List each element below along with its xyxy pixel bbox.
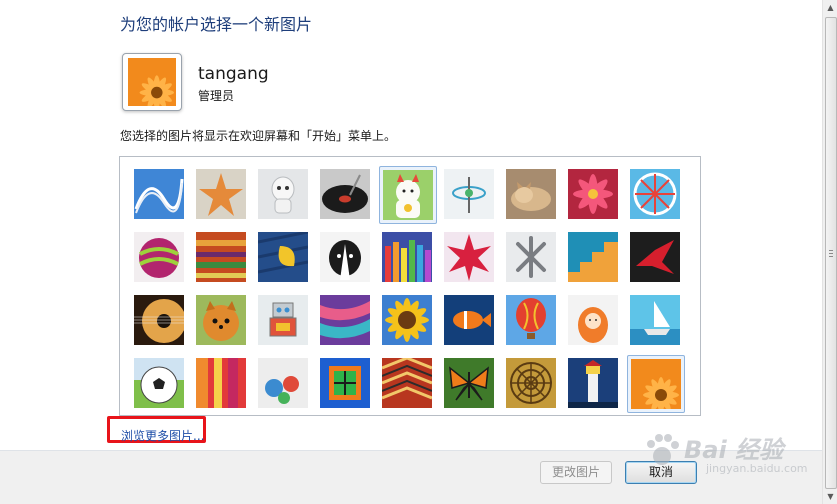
paw-logo-icon: [647, 434, 679, 465]
picture-marbles[interactable]: [258, 358, 308, 408]
picture-monarch-butterfly[interactable]: [444, 358, 494, 408]
picture-sunflower[interactable]: [382, 295, 432, 345]
browse-more-pictures-link[interactable]: 浏览更多图片...: [121, 427, 204, 444]
picture-robot-dog[interactable]: [258, 169, 308, 219]
picture-guitar[interactable]: [134, 295, 184, 345]
picture-grid: [119, 156, 701, 416]
page-title: 为您的帐户选择一个新图片: [120, 15, 313, 34]
gerbera-daisy-icon: [128, 58, 176, 106]
picture-woven-pattern[interactable]: [382, 358, 432, 408]
picture-lighthouse[interactable]: [568, 358, 618, 408]
picture-fabric-rolls[interactable]: [196, 232, 246, 282]
picture-crayons[interactable]: [382, 232, 432, 282]
picture-lucky-cat[interactable]: [379, 166, 437, 224]
picture-soccer-ball[interactable]: [134, 358, 184, 408]
scroll-up-arrow-icon[interactable]: ▲: [823, 0, 837, 15]
picture-red-star-lantern[interactable]: [444, 232, 494, 282]
picture-hint: 您选择的图片将显示在欢迎屏幕和「开始」菜单上。: [120, 129, 397, 143]
picture-sailboat[interactable]: [630, 295, 680, 345]
watermark-url: jingyan.baidu.com: [706, 462, 808, 475]
picture-pink-flower[interactable]: [568, 169, 618, 219]
current-avatar: [122, 53, 182, 111]
scroll-down-arrow-icon[interactable]: ▼: [823, 489, 837, 504]
change-picture-button[interactable]: 更改图片: [540, 461, 612, 484]
picture-striped-fabric[interactable]: [196, 358, 246, 408]
picture-starfish[interactable]: [196, 169, 246, 219]
picture-hot-air-balloon[interactable]: [506, 295, 556, 345]
picture-striped-ball[interactable]: [134, 232, 184, 282]
current-avatar-image: [127, 58, 177, 106]
picture-sunlit-stairs[interactable]: [568, 232, 618, 282]
picture-clownfish[interactable]: [444, 295, 494, 345]
scroll-grip-line: [829, 256, 833, 257]
scroll-thumb[interactable]: [825, 17, 837, 489]
watermark-brand: Bai 经验: [684, 436, 784, 464]
picture-jacks[interactable]: [506, 232, 556, 282]
picture-orange-gerbera-daisy[interactable]: [627, 355, 685, 413]
picture-spiral-dome[interactable]: [506, 358, 556, 408]
picture-pinwheel[interactable]: [630, 169, 680, 219]
account-role: 管理员: [198, 89, 235, 103]
scroll-grip-line: [829, 250, 833, 251]
picture-roller-coaster[interactable]: [134, 169, 184, 219]
picture-colorful-scarves[interactable]: [320, 295, 370, 345]
vertical-scrollbar[interactable]: ▲ ▼: [822, 0, 837, 504]
picture-origami-crane[interactable]: [630, 232, 680, 282]
watermark: Bai 经验 jingyan.baidu.com: [640, 428, 815, 478]
picture-green-window[interactable]: [320, 358, 370, 408]
picture-yellow-leaf[interactable]: [258, 232, 308, 282]
account-username: tangang: [198, 64, 269, 84]
picture-matryoshka[interactable]: [568, 295, 618, 345]
picture-toy-robot[interactable]: [258, 295, 308, 345]
picture-pomeranian[interactable]: [196, 295, 246, 345]
picture-spinning-top[interactable]: [444, 169, 494, 219]
picture-turntable[interactable]: [320, 169, 370, 219]
picture-sleeping-kitten[interactable]: [506, 169, 556, 219]
picture-border-collie[interactable]: [320, 232, 370, 282]
scroll-grip-line: [829, 253, 833, 254]
